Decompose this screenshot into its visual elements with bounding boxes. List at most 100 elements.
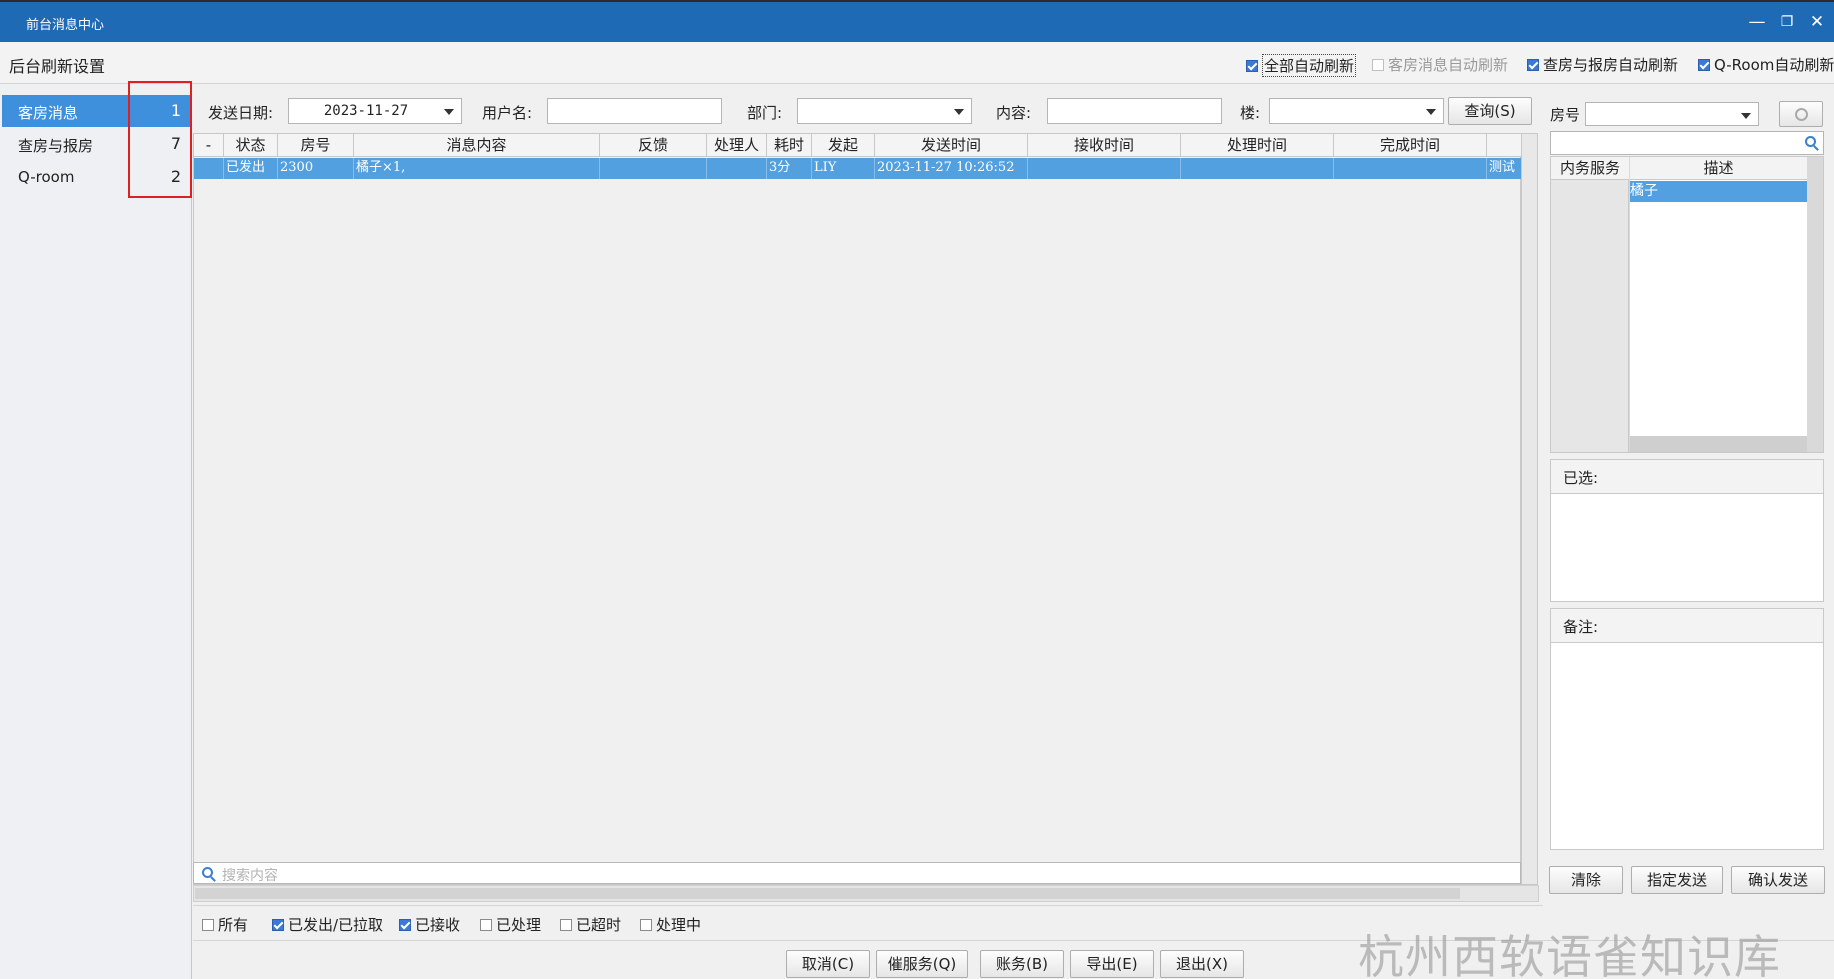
col-feedback[interactable]: 反馈 [600, 134, 707, 157]
service-item[interactable]: 橘子 [1630, 181, 1807, 202]
col-process-time[interactable]: 处理时间 [1181, 134, 1334, 157]
service-desc-header: 描述 [1630, 157, 1807, 180]
col-handler[interactable]: 处理人 [707, 134, 767, 157]
checkbox-label: 所有 [218, 916, 249, 934]
minimize-icon[interactable]: — [1746, 11, 1768, 33]
table-vertical-scrollbar[interactable] [1521, 133, 1538, 885]
checkbox-box[interactable] [202, 918, 214, 931]
restore-icon[interactable]: ❐ [1776, 11, 1798, 33]
export-button[interactable]: 导出(E) [1070, 950, 1154, 978]
history-button[interactable] [1779, 101, 1823, 127]
content-input[interactable] [1047, 98, 1222, 124]
checkbox-box[interactable] [1372, 58, 1384, 71]
table-search-box[interactable]: 搜索内容 [193, 862, 1521, 884]
checkbox-label: 已超时 [576, 916, 622, 934]
filter-processing-checkbox[interactable]: 处理中 [640, 914, 701, 935]
filter-sent-checkbox[interactable]: 已发出/已拉取 [272, 914, 383, 935]
checkbox-box[interactable] [560, 918, 572, 931]
col-initiator[interactable]: 发起 [812, 134, 875, 157]
sidebar-item-label: 查房与报房 [18, 137, 94, 155]
cell-dash [194, 158, 224, 179]
building-label: 楼: [1240, 104, 1261, 122]
auto-refresh-all-checkbox[interactable]: 全部自动刷新 [1246, 54, 1357, 77]
checkbox-label: 已处理 [496, 916, 542, 934]
checkbox-box[interactable] [1527, 58, 1539, 71]
scrollbar-thumb[interactable] [195, 888, 1460, 899]
table-horizontal-scrollbar[interactable] [193, 885, 1539, 902]
checkbox-box[interactable] [272, 918, 284, 931]
filter-bar: 发送日期: 2023-11-27 用户名: 部门: 内容: 楼: 查询(S) [192, 94, 1532, 128]
cell-initiator: LIY [812, 158, 875, 179]
remark-title: 备注: [1551, 609, 1823, 643]
clear-button[interactable]: 清除 [1549, 866, 1623, 894]
cell-receive-time [1028, 158, 1181, 179]
username-input-box[interactable] [554, 99, 721, 123]
cell-room: 2300 [278, 158, 354, 179]
cell-finish-time [1334, 158, 1487, 179]
sidebar-item-count: 1 [170, 101, 181, 120]
checkbox-label: 查房与报房自动刷新 [1543, 56, 1679, 74]
cell-send-time: 2023-11-27 10:26:52 [875, 158, 1028, 179]
confirm-send-button[interactable]: 确认发送 [1731, 866, 1825, 894]
auto-refresh-qroom-checkbox[interactable]: Q-Room自动刷新 [1698, 54, 1834, 75]
search-icon [1805, 136, 1816, 147]
col-content[interactable]: 消息内容 [354, 134, 600, 157]
assign-send-button[interactable]: 指定发送 [1631, 866, 1723, 894]
auto-refresh-room-msg-checkbox[interactable]: 客房消息自动刷新 [1372, 54, 1508, 75]
checkbox-box[interactable] [399, 918, 411, 931]
col-dash[interactable]: - [194, 134, 224, 157]
accounting-button[interactable]: 账务(B) [980, 950, 1064, 978]
col-status[interactable]: 状态 [224, 134, 278, 157]
close-icon[interactable]: ✕ [1806, 11, 1828, 33]
sidebar-item-check-room[interactable]: 查房与报房 7 [2, 128, 190, 160]
col-finish-time[interactable]: 完成时间 [1334, 134, 1487, 157]
filter-processed-checkbox[interactable]: 已处理 [480, 914, 541, 935]
col-room[interactable]: 房号 [278, 134, 354, 157]
checkbox-label: 已接收 [415, 916, 461, 934]
sidebar-item-count: 2 [170, 167, 181, 186]
refresh-settings-label: 后台刷新设置 [9, 57, 106, 76]
col-send-time[interactable]: 发送时间 [875, 134, 1028, 157]
room-number-label: 房号 [1550, 106, 1581, 124]
sidebar-item-label: Q-room [18, 168, 75, 186]
checkbox-box[interactable] [1246, 59, 1258, 72]
cancel-button[interactable]: 取消(C) [786, 950, 870, 978]
content-label: 内容: [996, 104, 1032, 122]
title-bar: 前台消息中心 — ❐ ✕ [0, 0, 1834, 42]
cell-extra: 测试 [1489, 160, 1516, 175]
service-search-input[interactable] [1550, 131, 1824, 155]
filter-received-checkbox[interactable]: 已接收 [399, 914, 460, 935]
checkbox-box[interactable] [640, 918, 652, 931]
checkbox-box[interactable] [480, 918, 492, 931]
col-receive-time[interactable]: 接收时间 [1028, 134, 1181, 157]
sidebar-item-q-room[interactable]: Q-room 2 [2, 161, 190, 193]
table-row[interactable]: 已发出 2300 橘子×1, 3分 LIY 2023-11-27 10:26:5… [194, 158, 1522, 179]
service-list-scrollbar[interactable] [1630, 436, 1807, 452]
message-table: - 状态 房号 消息内容 反馈 处理人 耗时 发起 发送时间 接收时间 处理时间… [193, 133, 1522, 885]
filter-timeout-checkbox[interactable]: 已超时 [560, 914, 621, 935]
room-number-select[interactable] [1585, 102, 1759, 126]
content-input-box[interactable] [1054, 99, 1221, 123]
department-select[interactable] [797, 98, 972, 124]
send-date-picker[interactable]: 2023-11-27 [288, 98, 462, 124]
checkbox-box[interactable] [1698, 58, 1710, 71]
col-duration[interactable]: 耗时 [767, 134, 812, 157]
checkbox-label: 全部自动刷新 [1262, 54, 1357, 77]
cell-duration: 3分 [767, 158, 812, 179]
urge-service-button[interactable]: 催服务(Q) [876, 950, 968, 978]
username-input[interactable] [547, 98, 722, 124]
history-icon [1794, 107, 1808, 121]
exit-button[interactable]: 退出(X) [1160, 950, 1244, 978]
query-button[interactable]: 查询(S) [1448, 97, 1532, 125]
window-title: 前台消息中心 [26, 18, 105, 33]
send-date-label: 发送日期: [208, 104, 274, 122]
cell-feedback [600, 158, 707, 179]
building-select[interactable] [1269, 98, 1444, 124]
auto-refresh-checkroom-checkbox[interactable]: 查房与报房自动刷新 [1527, 54, 1678, 75]
sidebar-item-room-messages[interactable]: 客房消息 1 [2, 95, 190, 127]
service-category-header: 内务服务 [1551, 157, 1629, 180]
department-label: 部门: [747, 104, 783, 122]
search-icon [202, 867, 213, 878]
filter-all-checkbox[interactable]: 所有 [202, 914, 248, 935]
sidebar: 客房消息 1 查房与报房 7 Q-room 2 [0, 84, 192, 979]
